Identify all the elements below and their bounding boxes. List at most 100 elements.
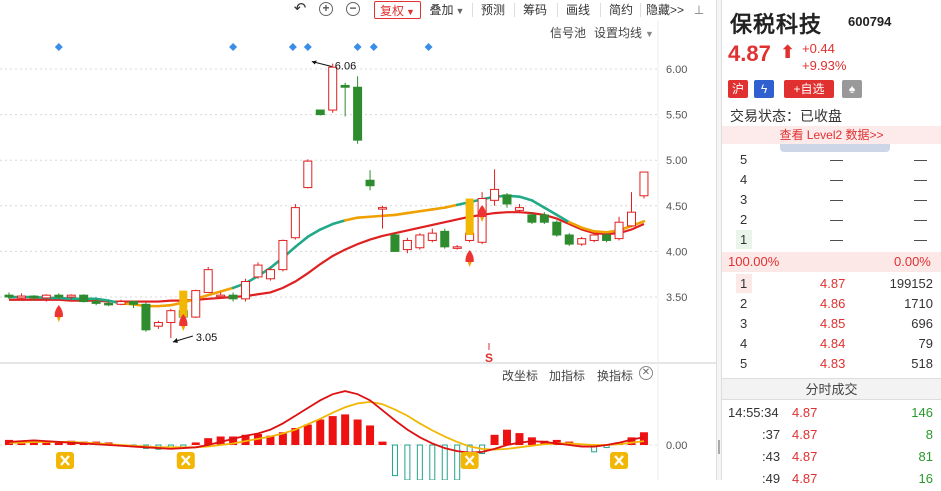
bid-price: 4.86 (820, 296, 846, 311)
signal-diamond-icon (229, 43, 238, 51)
ma-line-segment (157, 303, 173, 308)
bid-price: 4.84 (820, 336, 846, 351)
quote-panel: 保税科技 600794 4.87 ⬆ +0.44 +9.93% 沪 ϟ +自选 … (722, 0, 941, 486)
candle-down (539, 214, 549, 223)
hide-button[interactable]: 隐藏>> (644, 1, 686, 19)
trade-row: :49 4.87 16 (722, 469, 941, 491)
trade-row: 14:55:34 4.87 146 (722, 403, 941, 425)
ma-line-segment (592, 230, 608, 234)
alert-bell-icon[interactable]: ♠ (842, 80, 862, 98)
highlight-candle (179, 290, 188, 318)
bid-row: 1 4.87 199152 (722, 274, 941, 294)
signal-diamond-icon (369, 43, 378, 51)
candle-up (378, 207, 387, 210)
y-tick-label: 3.50 (666, 292, 687, 304)
divider (514, 3, 515, 17)
macd-bar-positive (316, 419, 325, 445)
macd-bar-negative (391, 444, 398, 477)
macd-bar-positive (191, 442, 200, 445)
bid-volume: 199152 (889, 276, 933, 291)
zoom-out-icon[interactable]: − (346, 2, 360, 16)
market-tag: 沪 (728, 80, 748, 98)
change-coord-link[interactable]: 改坐标 (502, 367, 538, 384)
macd-bar-positive (328, 416, 337, 445)
trade-price: 4.87 (792, 405, 818, 420)
candle-up (452, 246, 462, 249)
bid-level: 4 (740, 336, 748, 351)
divider (557, 3, 558, 17)
bid-level: 5 (740, 356, 748, 371)
y-tick-label: 5.50 (666, 110, 687, 122)
ask-level: 3 (740, 192, 748, 207)
ask-row: 1 — — (722, 230, 941, 250)
candle-down (91, 301, 101, 304)
ask-price: — (830, 152, 843, 167)
ask-price: — (830, 172, 843, 187)
candle-down (104, 302, 114, 306)
signal-pool-link[interactable]: 信号池 (550, 24, 586, 41)
simple-button[interactable]: 简约 (606, 1, 636, 19)
low-price-label: 3.05 (196, 332, 217, 344)
candle-down (564, 234, 574, 245)
candle-up (216, 294, 226, 298)
draw-line-button[interactable]: 画线 (563, 1, 593, 19)
trade-row: :43 4.87 81 (722, 447, 941, 469)
ma-line-segment (543, 206, 559, 217)
add-indicator-link[interactable]: 加指标 (549, 367, 585, 384)
rocket-flame-icon (56, 317, 61, 322)
lightning-icon[interactable]: ϟ (754, 80, 774, 98)
switch-indicator-link[interactable]: 换指标 (597, 367, 633, 384)
macd-bar-negative (404, 444, 411, 480)
ask-row: 4 — — (722, 170, 941, 190)
candle-up (627, 211, 636, 227)
candle-up (203, 269, 213, 293)
candle-up (415, 234, 425, 249)
ma-line-segment (381, 213, 397, 218)
signal-diamond-icon (303, 43, 312, 51)
caret-down-icon: ▼ (406, 7, 415, 17)
level2-link[interactable]: 查看 Level2 数据>> (722, 126, 941, 144)
candle-up (427, 232, 437, 241)
bid-row: 5 4.83 518 (722, 354, 941, 374)
add-watchlist-button[interactable]: +自选 (784, 80, 834, 98)
forecast-button[interactable]: 预测 (478, 1, 508, 19)
trade-volume: 146 (911, 405, 933, 420)
kline-chart-area[interactable]: 6.00 5.50 5.00 4.50 4.00 3.50 6.06 3.05 S 0.00 ↶ … (0, 0, 716, 480)
ask-row: 5 — — (722, 150, 941, 170)
undo-icon[interactable]: ↶ (292, 1, 308, 19)
ma-line-segment (57, 296, 73, 301)
overlay-button[interactable]: 叠加 ▼ (426, 1, 468, 19)
zoom-in-icon[interactable]: + (319, 2, 333, 16)
splitter-handle[interactable] (718, 440, 720, 454)
rocket-flame-icon (181, 326, 186, 331)
signal-diamond-icon (288, 43, 297, 51)
ma-line-segment (343, 216, 359, 222)
trade-time: :49 (762, 471, 781, 486)
candle-up (66, 294, 76, 298)
bid-volume: 79 (918, 336, 933, 351)
bid-ratio: 100.00% (728, 254, 780, 269)
ask-level: 4 (740, 172, 748, 187)
bid-volume: 1710 (904, 296, 933, 311)
trade-volume: 81 (918, 449, 933, 464)
pin-icon[interactable]: ⊥ (692, 1, 706, 19)
candle-up (490, 188, 500, 201)
chart-canvas[interactable]: 6.00 5.50 5.00 4.50 4.00 3.50 6.06 3.05 S 0.00 (0, 0, 716, 480)
ma-settings-link[interactable]: 设置均线 ▼ (594, 24, 654, 41)
ma-line-segment (393, 211, 409, 217)
trade-time: 14:55:34 (728, 405, 779, 420)
ask-volume: — (914, 232, 927, 247)
candle-down (552, 221, 562, 236)
candle-down (4, 294, 14, 298)
trade-time: :43 (762, 449, 781, 464)
bid-ask-ratio: 100.00% 0.00% (722, 252, 941, 272)
fuquan-button[interactable]: 复权 ▼ (374, 1, 421, 19)
percent-change: +9.93% (802, 58, 847, 73)
chips-button[interactable]: 筹码 (520, 1, 550, 19)
bid-level: 1 (740, 276, 748, 291)
candle-down (141, 303, 151, 331)
macd-bar-positive (303, 424, 312, 445)
candle-up (278, 239, 288, 271)
trades-section-title[interactable]: 分时成交 (722, 378, 941, 400)
close-indicator-icon[interactable]: ✕ (639, 366, 653, 380)
